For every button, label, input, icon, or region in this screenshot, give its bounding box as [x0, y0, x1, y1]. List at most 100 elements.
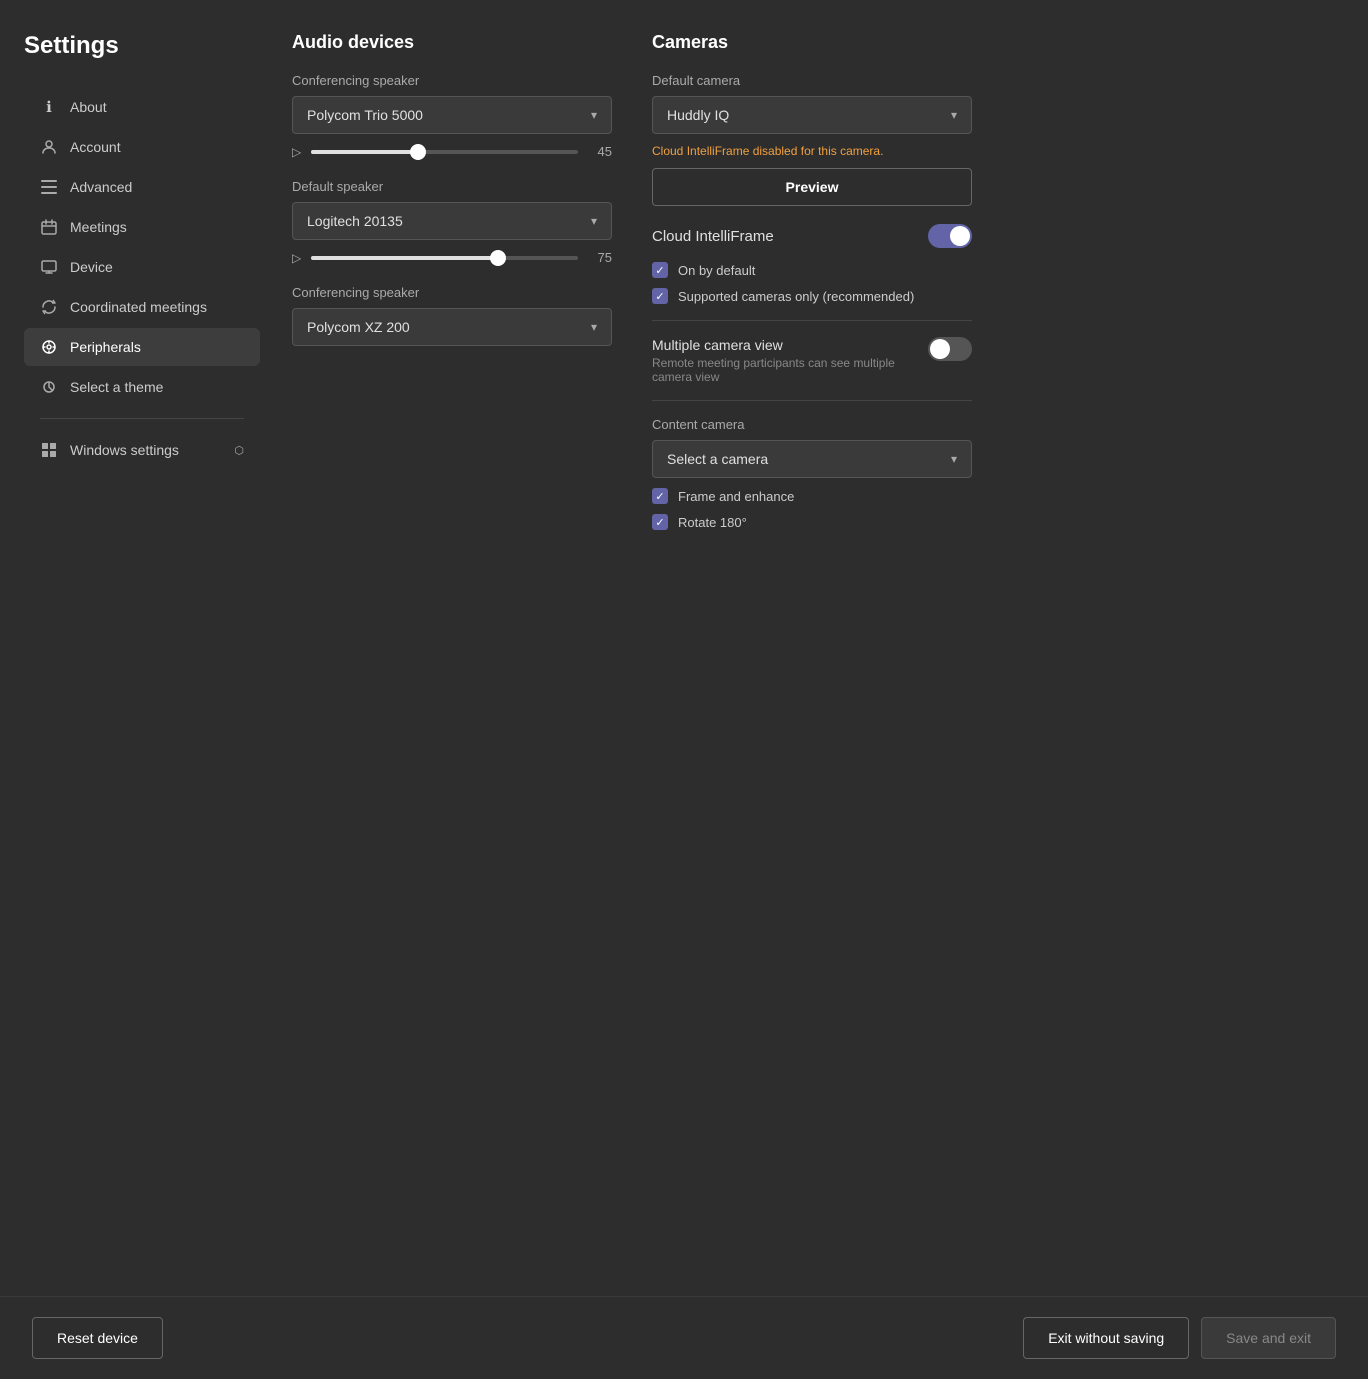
- intelliframe-warning: Cloud IntelliFrame disabled for this cam…: [652, 144, 972, 158]
- rotate-row: ✓ Rotate 180°: [652, 514, 972, 530]
- reset-device-button[interactable]: Reset device: [32, 1317, 163, 1359]
- frame-enhance-row: ✓ Frame and enhance: [652, 488, 972, 504]
- audio-title: Audio devices: [292, 32, 612, 53]
- peripherals-icon: [40, 338, 58, 356]
- sidebar-item-account[interactable]: Account: [24, 128, 260, 166]
- rotate-checkbox[interactable]: ✓: [652, 514, 668, 530]
- supported-cameras-label: Supported cameras only (recommended): [678, 289, 914, 304]
- windows-icon: [40, 441, 58, 459]
- default-camera-label: Default camera: [652, 73, 972, 88]
- sidebar-item-device[interactable]: Device: [24, 248, 260, 286]
- slider-thumb-2: [490, 250, 506, 266]
- sidebar-item-meetings[interactable]: Meetings: [24, 208, 260, 246]
- theme-icon: [40, 378, 58, 396]
- conferencing-speaker-value: Polycom Trio 5000: [307, 107, 423, 123]
- exit-without-saving-button[interactable]: Exit without saving: [1023, 1317, 1189, 1359]
- rotate-label: Rotate 180°: [678, 515, 747, 530]
- nav-divider: [40, 418, 244, 419]
- sidebar-label-coordinated-meetings: Coordinated meetings: [70, 299, 207, 315]
- chevron-down-icon-4: ▾: [951, 108, 957, 122]
- supported-cameras-row: ✓ Supported cameras only (recommended): [652, 288, 972, 304]
- device-icon: [40, 258, 58, 276]
- conferencing-speaker-label: Conferencing speaker: [292, 73, 612, 88]
- default-speaker-dropdown[interactable]: Logitech 20135 ▾: [292, 202, 612, 240]
- nav-list: ℹ About Account: [24, 88, 260, 469]
- conferencing-mic-label: Conferencing speaker: [292, 285, 612, 300]
- info-icon: ℹ: [40, 98, 58, 116]
- supported-cameras-checkbox[interactable]: ✓: [652, 288, 668, 304]
- content-camera-dropdown[interactable]: Select a camera ▾: [652, 440, 972, 478]
- action-buttons: Exit without saving Save and exit: [1023, 1317, 1336, 1359]
- frame-enhance-checkbox[interactable]: ✓: [652, 488, 668, 504]
- audio-section: Audio devices Conferencing speaker Polyc…: [292, 32, 612, 1296]
- chevron-down-icon-2: ▾: [591, 214, 597, 228]
- default-speaker-slider-row: ▷ 75: [292, 250, 612, 265]
- section-divider: [652, 320, 972, 321]
- cloud-intelliframe-toggle[interactable]: [928, 224, 972, 248]
- sidebar: Settings ℹ About Account: [0, 32, 260, 1296]
- list-icon: [40, 178, 58, 196]
- sidebar-item-coordinated-meetings[interactable]: Coordinated meetings: [24, 288, 260, 326]
- sidebar-label-account: Account: [70, 139, 121, 155]
- cloud-intelliframe-label: Cloud IntelliFrame: [652, 228, 774, 245]
- calendar-icon: [40, 218, 58, 236]
- slider-fill: [311, 150, 418, 154]
- chevron-down-icon-3: ▾: [591, 320, 597, 334]
- checkmark-icon-4: ✓: [655, 516, 664, 529]
- multiple-camera-toggle[interactable]: [928, 337, 972, 361]
- bottom-bar: Reset device Exit without saving Save an…: [0, 1296, 1368, 1379]
- sidebar-label-peripherals: Peripherals: [70, 339, 141, 355]
- sidebar-item-peripherals[interactable]: Peripherals: [24, 328, 260, 366]
- on-by-default-checkbox[interactable]: ✓: [652, 262, 668, 278]
- content-camera-label: Content camera: [652, 417, 972, 432]
- default-camera-value: Huddly IQ: [667, 107, 729, 123]
- checkmark-icon: ✓: [655, 264, 664, 277]
- conferencing-speaker-slider[interactable]: [311, 150, 578, 154]
- default-speaker-label: Default speaker: [292, 179, 612, 194]
- sidebar-label-about: About: [70, 99, 107, 115]
- conferencing-mic-dropdown[interactable]: Polycom XZ 200 ▾: [292, 308, 612, 346]
- conferencing-speaker-volume: 45: [588, 144, 612, 159]
- content-area: Audio devices Conferencing speaker Polyc…: [260, 32, 1368, 1296]
- default-speaker-slider[interactable]: [311, 256, 578, 260]
- play-icon: ▷: [292, 145, 301, 159]
- sidebar-label-windows-settings: Windows settings: [70, 442, 179, 458]
- sidebar-item-select-theme[interactable]: Select a theme: [24, 368, 260, 406]
- cameras-section: Cameras Default camera Huddly IQ ▾ Cloud…: [652, 32, 972, 1296]
- on-by-default-label: On by default: [678, 263, 755, 278]
- multiple-camera-sub: Remote meeting participants can see mult…: [652, 356, 928, 384]
- conferencing-speaker-slider-row: ▷ 45: [292, 144, 612, 159]
- default-camera-dropdown[interactable]: Huddly IQ ▾: [652, 96, 972, 134]
- sidebar-label-device: Device: [70, 259, 113, 275]
- multiple-camera-row: Multiple camera view Remote meeting part…: [652, 337, 972, 384]
- default-speaker-volume: 75: [588, 250, 612, 265]
- checkmark-icon-2: ✓: [655, 290, 664, 303]
- chevron-down-icon-5: ▾: [951, 452, 957, 466]
- sidebar-label-meetings: Meetings: [70, 219, 127, 235]
- default-speaker-value: Logitech 20135: [307, 213, 403, 229]
- slider-thumb: [410, 144, 426, 160]
- checkmark-icon-3: ✓: [655, 490, 664, 503]
- save-and-exit-button[interactable]: Save and exit: [1201, 1317, 1336, 1359]
- preview-button[interactable]: Preview: [652, 168, 972, 206]
- on-by-default-row: ✓ On by default: [652, 262, 972, 278]
- sync-icon: [40, 298, 58, 316]
- sidebar-label-advanced: Advanced: [70, 179, 132, 195]
- sidebar-label-select-theme: Select a theme: [70, 379, 163, 395]
- slider-fill-2: [311, 256, 498, 260]
- content-camera-value: Select a camera: [667, 451, 768, 467]
- multiple-camera-title: Multiple camera view: [652, 337, 928, 353]
- external-link-icon: ⬡: [234, 444, 244, 457]
- cameras-title: Cameras: [652, 32, 972, 53]
- page-title: Settings: [24, 32, 260, 60]
- sidebar-item-windows-settings[interactable]: Windows settings ⬡: [24, 431, 260, 469]
- play-icon-2: ▷: [292, 251, 301, 265]
- chevron-down-icon: ▾: [591, 108, 597, 122]
- conferencing-mic-value: Polycom XZ 200: [307, 319, 410, 335]
- sidebar-item-advanced[interactable]: Advanced: [24, 168, 260, 206]
- account-icon: [40, 138, 58, 156]
- conferencing-speaker-dropdown[interactable]: Polycom Trio 5000 ▾: [292, 96, 612, 134]
- toggle-knob: [950, 226, 970, 246]
- sidebar-item-about[interactable]: ℹ About: [24, 88, 260, 126]
- multiple-camera-text: Multiple camera view Remote meeting part…: [652, 337, 928, 384]
